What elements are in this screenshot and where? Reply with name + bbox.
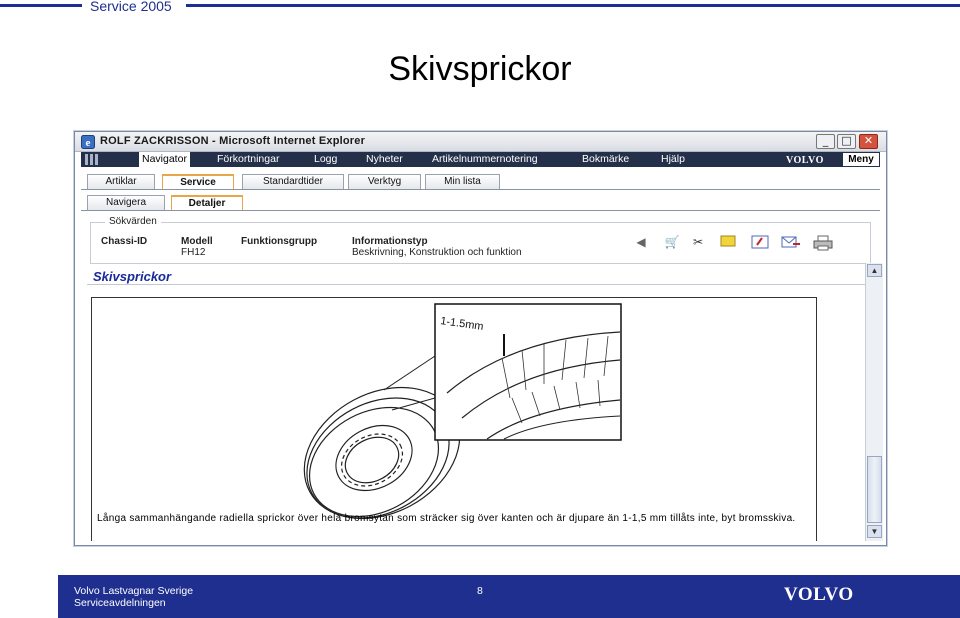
tools-icon[interactable]: ✂: [689, 235, 707, 249]
tab-verktyg[interactable]: Verktyg: [348, 174, 421, 189]
menu-artikelnummernotering[interactable]: Artikelnummernotering: [432, 153, 538, 165]
volvo-logo-small: VOLVO: [786, 155, 824, 166]
menu-bokmarke[interactable]: Bokmärke: [582, 153, 629, 165]
menu-hjalp[interactable]: Hjälp: [661, 153, 685, 165]
meny-button[interactable]: Meny: [843, 153, 879, 166]
browser-window-screenshot: e ROLF ZACKRISSON - Microsoft Internet E…: [74, 131, 887, 546]
close-button[interactable]: ✕: [859, 134, 878, 149]
brake-disc-illustration: 1-1.5mm: [303, 303, 622, 520]
svg-text:e: e: [86, 137, 91, 149]
maximize-button[interactable]: □: [837, 134, 856, 149]
figure-caption: Långa sammanhängande radiella sprickor ö…: [97, 513, 796, 524]
tab-standardtider[interactable]: Standardtider: [242, 174, 344, 189]
back-icon[interactable]: ◀: [632, 235, 650, 249]
top-rule-right: [186, 4, 960, 7]
title-underline: [87, 284, 867, 285]
slide-title: Skivsprickor: [388, 50, 572, 88]
ie-icon: e: [81, 135, 95, 149]
page-number: 8: [477, 585, 483, 597]
menu-forkortningar[interactable]: Förkortningar: [217, 153, 279, 165]
magnified-inset: 1-1.5mm: [434, 303, 622, 441]
tab-artiklar[interactable]: Artiklar: [87, 174, 155, 189]
note-icon[interactable]: [719, 235, 737, 249]
tab-service[interactable]: Service: [162, 174, 234, 189]
mail-icon[interactable]: [781, 235, 800, 249]
slide: Service 2005 Skivsprickor e ROLF ZACKRIS…: [0, 0, 960, 618]
footer-company: Volvo Lastvagnar Sverige: [74, 585, 194, 597]
top-bar: Service 2005: [0, 0, 960, 14]
scroll-thumb[interactable]: [867, 456, 882, 523]
brake-disc-figure: 1-1.5mm: [91, 297, 817, 541]
scroll-down-arrow[interactable]: ▼: [867, 525, 882, 538]
vertical-scrollbar[interactable]: ▲ ▼: [865, 263, 883, 541]
tab-navigera[interactable]: Navigera: [87, 195, 165, 210]
header-modell: Modell: [181, 236, 213, 247]
window-titlebar[interactable]: e ROLF ZACKRISSON - Microsoft Internet E…: [75, 132, 886, 152]
scroll-up-arrow[interactable]: ▲: [867, 264, 882, 277]
top-title: Service 2005: [90, 0, 172, 14]
minimize-button[interactable]: _: [816, 134, 835, 149]
tab-detaljer[interactable]: Detaljer: [171, 195, 243, 210]
grid-icon: [85, 154, 98, 165]
attach-icon[interactable]: [751, 235, 769, 249]
content-title: Skivsprickor: [93, 269, 172, 284]
menu-nyheter[interactable]: Nyheter: [366, 153, 403, 165]
top-rule-left: [0, 4, 82, 7]
footer-bar: Volvo Lastvagnar Sverige Serviceavdelnin…: [58, 575, 960, 618]
header-chassi-id: Chassi-ID: [101, 236, 148, 247]
volvo-logo: VOLVO: [784, 584, 854, 605]
subtab-divider: [81, 210, 880, 211]
menu-navigator[interactable]: Navigator: [139, 152, 190, 167]
tab-min-lista[interactable]: Min lista: [425, 174, 500, 189]
app-menubar: Navigator Förkortningar Logg Nyheter Art…: [81, 152, 880, 167]
search-legend: Sökvärden: [105, 216, 161, 227]
cart-icon[interactable]: 🛒: [663, 235, 681, 249]
window-title: ROLF ZACKRISSON - Microsoft Internet Exp…: [100, 135, 366, 147]
value-modell: FH12: [181, 247, 206, 258]
menu-logg[interactable]: Logg: [314, 153, 337, 165]
value-informationstyp: Beskrivning, Konstruktion och funktion: [352, 247, 522, 258]
header-informationstyp: Informationstyp: [352, 236, 428, 247]
print-icon[interactable]: [813, 235, 833, 251]
header-funktionsgrupp: Funktionsgrupp: [241, 236, 318, 247]
footer-department: Serviceavdelningen: [74, 597, 166, 609]
tab-divider: [81, 189, 880, 190]
